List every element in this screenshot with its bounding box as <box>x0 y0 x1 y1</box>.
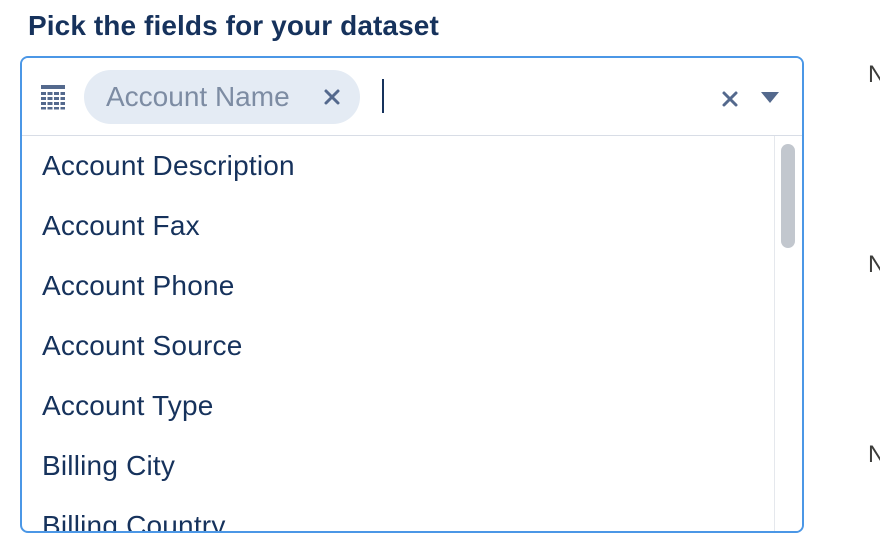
side-label: N <box>868 441 880 468</box>
list-item[interactable]: Account Type <box>22 376 802 436</box>
clear-selection-icon[interactable] <box>720 89 740 109</box>
list-item[interactable]: Account Phone <box>22 256 802 316</box>
table-fields-icon <box>40 84 66 110</box>
list-item[interactable]: Account Description <box>22 136 802 196</box>
listbox-scrollbar[interactable] <box>774 136 802 531</box>
pill-label: Account Name <box>106 81 290 112</box>
text-cursor[interactable] <box>382 79 384 113</box>
page-title: Pick the fields for your dataset <box>28 10 439 41</box>
pill-remove-icon[interactable] <box>322 87 342 107</box>
selected-field-pill[interactable]: Account Name <box>84 70 360 124</box>
fields-listbox[interactable]: Account Description Account Fax Account … <box>22 136 802 531</box>
side-label: N <box>868 61 880 88</box>
caret-down-icon[interactable] <box>760 91 780 105</box>
side-label: N <box>868 251 880 278</box>
page: Pick the fields for your dataset Account… <box>0 0 880 558</box>
list-item[interactable]: Billing Country <box>22 496 802 531</box>
list-item[interactable]: Account Fax <box>22 196 802 256</box>
list-item[interactable]: Billing City <box>22 436 802 496</box>
fields-combobox[interactable]: Account Name Account Description Account… <box>20 56 804 533</box>
combobox-input-row[interactable]: Account Name <box>22 58 802 136</box>
list-item[interactable]: Account Source <box>22 316 802 376</box>
scrollbar-thumb[interactable] <box>781 144 795 248</box>
